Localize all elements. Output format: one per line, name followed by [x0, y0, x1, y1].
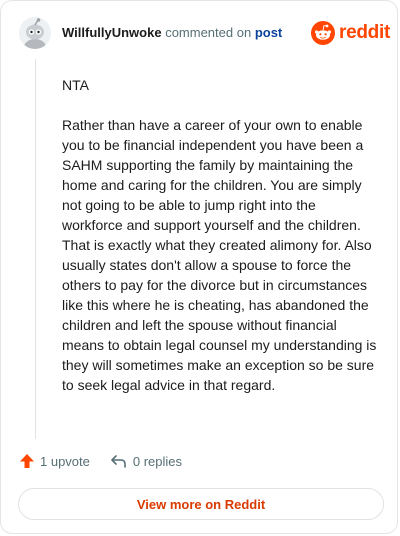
reply-count: 0 replies — [132, 453, 183, 469]
thread-line[interactable] — [35, 59, 36, 439]
comment-header: WillfullyUnwoke commented on post — [62, 25, 282, 40]
avatar-image — [19, 17, 51, 49]
comment-body: NTA Rather than have a career of your ow… — [62, 75, 380, 415]
upvote-arrow-icon — [20, 454, 34, 468]
upvote-count: 1 upvote — [40, 453, 90, 469]
commented-on-text: commented on — [165, 25, 252, 40]
post-link[interactable]: post — [255, 25, 282, 40]
comment-paragraph: NTA — [62, 77, 89, 93]
avatar[interactable] — [19, 17, 51, 49]
upvote-button[interactable]: 1 upvote — [19, 453, 90, 469]
reddit-snoo-icon — [311, 21, 335, 45]
replies-button[interactable]: 0 replies — [110, 453, 182, 469]
reply-arrow-icon — [111, 455, 126, 468]
reddit-wordmark: reddit — [339, 22, 390, 43]
username[interactable]: WillfullyUnwoke — [62, 25, 162, 40]
view-more-button[interactable]: View more on Reddit — [18, 488, 384, 520]
reddit-logo[interactable]: reddit — [311, 21, 390, 45]
comment-card: WillfullyUnwoke commented on post reddit… — [0, 0, 398, 534]
comment-actions: 1 upvote 0 replies — [19, 453, 182, 469]
comment-paragraph: Rather than have a career of your own to… — [62, 117, 377, 393]
